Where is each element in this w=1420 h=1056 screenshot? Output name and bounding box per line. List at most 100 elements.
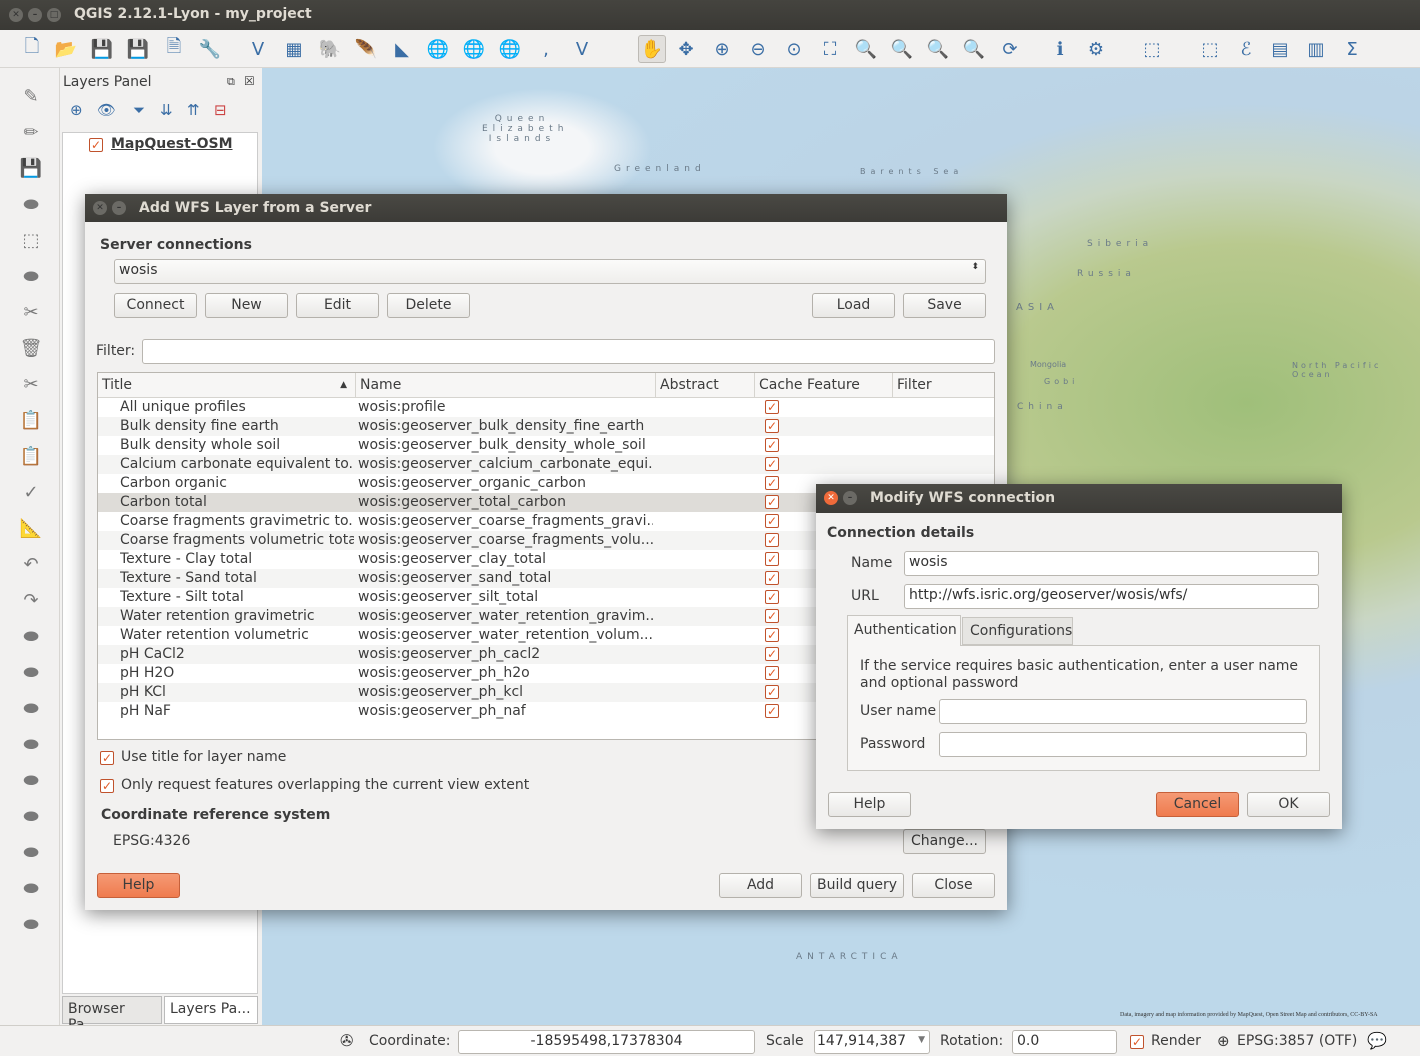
zoom-to-selection-icon[interactable]: 🔍	[852, 35, 880, 63]
cache-feature-checkbox[interactable]: ✓	[765, 438, 779, 452]
add-button[interactable]: Add	[719, 873, 802, 898]
new-shapefile-layer-icon[interactable]: V	[568, 35, 596, 63]
layer-item[interactable]: MapQuest-OSM	[111, 136, 233, 152]
close-window-button[interactable]: ✕	[9, 8, 23, 22]
name-input[interactable]: wosis	[904, 551, 1319, 576]
deselect-icon[interactable]: ⬚	[1196, 35, 1224, 63]
change-crs-button[interactable]: Change...	[903, 829, 986, 854]
digitize-tool-icon[interactable]: ↶	[18, 554, 44, 580]
digitize-tool-icon[interactable]: ⬬	[18, 914, 44, 940]
cache-feature-checkbox[interactable]: ✓	[765, 552, 779, 566]
dialog-minimize-button[interactable]: –	[843, 491, 857, 505]
refresh-icon[interactable]: ⟳	[996, 35, 1024, 63]
add-postgis-layer-icon[interactable]: 🐘	[316, 35, 344, 63]
cache-feature-checkbox[interactable]: ✓	[765, 400, 779, 414]
digitize-tool-icon[interactable]: 💾	[18, 158, 44, 184]
cache-feature-checkbox[interactable]: ✓	[765, 533, 779, 547]
new-print-composer-icon[interactable]: 🗎	[160, 35, 188, 63]
cache-feature-checkbox[interactable]: ✓	[765, 685, 779, 699]
add-spatialite-layer-icon[interactable]: 🪶	[352, 35, 380, 63]
crs-globe-icon[interactable]: ⊕	[1217, 1032, 1230, 1050]
digitize-tool-icon[interactable]: 🗑	[18, 338, 44, 364]
cache-feature-checkbox[interactable]: ✓	[765, 628, 779, 642]
only-request-checkbox[interactable]: ✓	[100, 779, 114, 793]
pan-to-selection-icon[interactable]: ✥	[672, 35, 700, 63]
zoom-next-icon[interactable]: 🔍	[960, 35, 988, 63]
table-row[interactable]: Bulk density whole soil wosis:geoserver_b…	[98, 436, 994, 455]
digitize-tool-icon[interactable]: ⬬	[18, 266, 44, 292]
cache-feature-checkbox[interactable]: ✓	[765, 419, 779, 433]
attribute-table-icon[interactable]: ▤	[1266, 35, 1294, 63]
layer-visibility-checkbox[interactable]: ✓	[89, 138, 103, 152]
digitize-tool-icon[interactable]: 📐	[18, 518, 44, 544]
digitize-tool-icon[interactable]: ⬬	[18, 878, 44, 904]
visibility-eye-icon[interactable]: 👁	[97, 101, 116, 119]
digitize-tool-icon[interactable]: ⬬	[18, 194, 44, 220]
coordinate-input[interactable]: -18595498,17378304	[458, 1030, 755, 1054]
add-vector-layer-icon[interactable]: V	[244, 35, 272, 63]
field-calculator-icon[interactable]: ℰ	[1232, 35, 1260, 63]
dialog-close-button[interactable]: ✕	[93, 201, 107, 215]
ok-button[interactable]: OK	[1247, 792, 1330, 817]
filter-icon[interactable]: ⏷	[133, 101, 145, 119]
add-mssql-layer-icon[interactable]: ◣	[388, 35, 416, 63]
maximize-window-button[interactable]: □	[47, 8, 61, 22]
save-project-icon[interactable]: 💾	[88, 35, 116, 63]
cache-feature-checkbox[interactable]: ✓	[765, 590, 779, 604]
table-row[interactable]: Bulk density fine earth wosis:geoserver_b…	[98, 417, 994, 436]
help-button[interactable]: Help	[97, 873, 180, 898]
load-button[interactable]: Load	[812, 293, 895, 318]
zoom-full-icon[interactable]: ⛶	[816, 35, 844, 63]
crs-status[interactable]: EPSG:3857 (OTF)	[1237, 1033, 1357, 1049]
connection-select[interactable]: wosis ⬍	[114, 259, 986, 284]
messages-toggle-icon[interactable]: ✇	[340, 1031, 353, 1050]
identify-icon[interactable]: ℹ	[1046, 35, 1074, 63]
password-input[interactable]	[939, 732, 1307, 757]
digitize-tool-icon[interactable]: 📋	[18, 446, 44, 472]
add-wcs-layer-icon[interactable]: 🌐	[460, 35, 488, 63]
user-name-input[interactable]	[939, 699, 1307, 724]
float-panel-icon[interactable]: ⧉	[227, 75, 235, 89]
digitize-tool-icon[interactable]: ✓	[18, 482, 44, 508]
digitize-tool-icon[interactable]: 📋	[18, 410, 44, 436]
digitize-tool-icon[interactable]: ↷	[18, 590, 44, 616]
digitize-tool-icon[interactable]: ⬬	[18, 734, 44, 760]
zoom-to-layer-icon[interactable]: 🔍	[888, 35, 916, 63]
digitize-tool-icon[interactable]: ⬬	[18, 662, 44, 688]
digitize-tool-icon[interactable]: ✏	[18, 122, 44, 148]
close-button[interactable]: Close	[912, 873, 995, 898]
save-as-icon[interactable]: 💾	[124, 35, 152, 63]
digitize-tool-icon[interactable]: ⬬	[18, 698, 44, 724]
edit-button[interactable]: Edit	[296, 293, 379, 318]
cache-feature-checkbox[interactable]: ✓	[765, 666, 779, 680]
minimize-window-button[interactable]: –	[28, 8, 42, 22]
digitize-tool-icon[interactable]: ⬬	[18, 806, 44, 832]
column-header-cache[interactable]: Cache Feature	[755, 373, 893, 398]
cache-feature-checkbox[interactable]: ✓	[765, 476, 779, 490]
new-project-icon[interactable]: 🗋	[18, 35, 46, 63]
column-header-abstract[interactable]: Abstract	[656, 373, 755, 398]
cache-feature-checkbox[interactable]: ✓	[765, 704, 779, 718]
table-row[interactable]: Calcium carbonate equivalent to... wosis:…	[98, 455, 994, 474]
cache-feature-checkbox[interactable]: ✓	[765, 647, 779, 661]
table-row[interactable]: All unique profiles wosis:profile ✓	[98, 398, 994, 417]
cache-feature-checkbox[interactable]: ✓	[765, 495, 779, 509]
pan-icon[interactable]: ✋	[638, 35, 666, 63]
delete-button[interactable]: Delete	[387, 293, 470, 318]
build-query-button[interactable]: Build query	[810, 873, 904, 898]
digitize-tool-icon[interactable]: ⬚	[18, 230, 44, 256]
scale-combobox[interactable]: 147,914,387 ▼	[814, 1030, 930, 1054]
add-group-icon[interactable]: ⊕	[70, 101, 83, 119]
cache-feature-checkbox[interactable]: ✓	[765, 609, 779, 623]
column-header-name[interactable]: Name	[356, 373, 656, 398]
render-checkbox[interactable]: ✓	[1130, 1035, 1144, 1049]
cancel-button[interactable]: Cancel	[1156, 792, 1239, 817]
digitize-tool-icon[interactable]: ✂	[18, 302, 44, 328]
tab-authentication[interactable]: Authentication	[847, 615, 961, 646]
cache-feature-checkbox[interactable]: ✓	[765, 457, 779, 471]
digitize-tool-icon[interactable]: ⬬	[18, 842, 44, 868]
zoom-in-icon[interactable]: ⊕	[708, 35, 736, 63]
action-icon[interactable]: ⚙	[1082, 35, 1110, 63]
close-panel-icon[interactable]: ☒	[244, 74, 255, 88]
statistics-icon[interactable]: ▥	[1302, 35, 1330, 63]
